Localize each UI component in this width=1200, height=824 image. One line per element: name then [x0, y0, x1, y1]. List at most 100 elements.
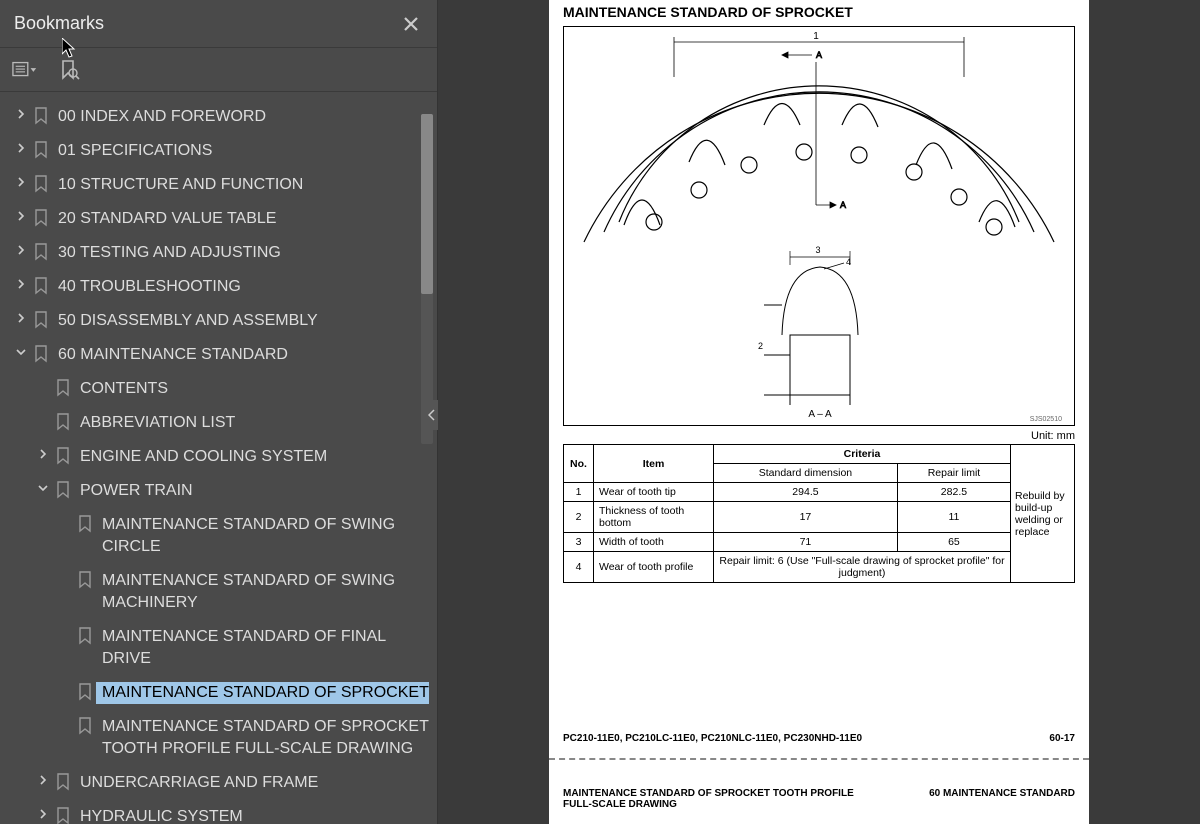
bookmarks-panel: Bookmarks 00 INDEX AND FOREW [0, 0, 438, 824]
bookmark-icon [30, 174, 52, 193]
bookmark-label: 40 TROUBLESHOOTING [52, 276, 429, 298]
chevron-right-icon[interactable] [12, 208, 30, 222]
bookmark-icon [30, 106, 52, 125]
page-footer: PC210-11E0, PC210LC-11E0, PC210NLC-11E0,… [563, 733, 1075, 748]
bookmark-icon [52, 378, 74, 397]
bookmark-icon [30, 208, 52, 227]
bookmark-item[interactable]: 30 TESTING AND ADJUSTING [0, 236, 437, 270]
footer-pagenum: 60-17 [1049, 733, 1075, 744]
bookmark-label: 30 TESTING AND ADJUSTING [52, 242, 429, 264]
bookmark-icon [30, 344, 52, 363]
th-limit: Repair limit [897, 464, 1010, 483]
chevron-right-icon[interactable] [34, 446, 52, 460]
footer-models: PC210-11E0, PC210LC-11E0, PC210NLC-11E0,… [563, 733, 862, 744]
bookmark-icon [74, 716, 96, 735]
document-viewport[interactable]: MAINTENANCE STANDARD OF SPROCKET [438, 0, 1200, 824]
criteria-table: No. Item Criteria Rebuild by build-up we… [563, 444, 1075, 583]
chevron-right-icon [56, 682, 74, 684]
svg-text:2: 2 [758, 341, 763, 351]
table-row: 3 Width of tooth 71 65 [564, 533, 1075, 552]
figure-code: SJS02510 [1030, 416, 1062, 423]
chevron-right-icon[interactable] [12, 140, 30, 154]
bookmark-item[interactable]: ENGINE AND COOLING SYSTEM [0, 440, 437, 474]
svg-text:3: 3 [815, 245, 820, 255]
page-separator [549, 758, 1089, 778]
svg-text:4: 4 [846, 257, 851, 267]
bookmark-item[interactable]: MAINTENANCE STANDARD OF SWING CIRCLE [0, 508, 437, 564]
chevron-right-icon [34, 412, 52, 414]
bookmark-label: UNDERCARRIAGE AND FRAME [74, 772, 429, 794]
bookmark-icon [74, 570, 96, 589]
page-title: MAINTENANCE STANDARD OF SPROCKET [563, 4, 1075, 20]
svg-text:A: A [840, 200, 846, 210]
chevron-right-icon[interactable] [12, 242, 30, 256]
options-dropdown-icon[interactable] [12, 57, 38, 83]
chevron-right-icon[interactable] [34, 806, 52, 820]
bookmark-label: 50 DISASSEMBLY AND ASSEMBLY [52, 310, 429, 332]
bookmark-item[interactable]: 20 STANDARD VALUE TABLE [0, 202, 437, 236]
bookmark-item[interactable]: ABBREVIATION LIST [0, 406, 437, 440]
bookmark-label: HYDRAULIC SYSTEM [74, 806, 429, 824]
close-icon[interactable] [399, 12, 423, 36]
bookmark-item[interactable]: MAINTENANCE STANDARD OF SWING MACHINERY [0, 564, 437, 620]
bookmarks-toolbar [0, 48, 437, 92]
bookmark-item[interactable]: 10 STRUCTURE AND FUNCTION [0, 168, 437, 202]
chevron-right-icon [56, 716, 74, 718]
chevron-right-icon [56, 570, 74, 572]
page-2: MAINTENANCE STANDARD OF SPROCKET TOOTH P… [549, 778, 1089, 810]
bookmark-item[interactable]: HYDRAULIC SYSTEM [0, 800, 437, 824]
section-label: A – A [808, 409, 832, 420]
bookmark-icon [52, 480, 74, 499]
bookmark-label: MAINTENANCE STANDARD OF SPROCKET TOOTH P… [96, 716, 429, 760]
chevron-right-icon [56, 626, 74, 628]
remedy-cell: Rebuild by build-up weld­ing or replace [1011, 445, 1075, 583]
page2-section: 60 MAINTENANCE STANDARD [929, 788, 1075, 810]
bookmark-item[interactable]: CONTENTS [0, 372, 437, 406]
page2-title: MAINTENANCE STANDARD OF SPROCKET TOOTH P… [563, 788, 883, 810]
svg-text:A: A [816, 50, 822, 60]
page-1: MAINTENANCE STANDARD OF SPROCKET [549, 0, 1089, 758]
bookmark-item[interactable]: MAINTENANCE STANDARD OF FINAL DRIVE [0, 620, 437, 676]
bookmark-label: MAINTENANCE STANDARD OF FINAL DRIVE [96, 626, 429, 670]
bookmark-item[interactable]: 40 TROUBLESHOOTING [0, 270, 437, 304]
bookmark-icon [74, 514, 96, 533]
dim-1-label: 1 [813, 31, 819, 42]
bookmark-item[interactable]: UNDERCARRIAGE AND FRAME [0, 766, 437, 800]
bookmark-item[interactable]: 01 SPECIFICATIONS [0, 134, 437, 168]
bookmark-label: ABBREVIATION LIST [74, 412, 429, 434]
bookmarks-list[interactable]: 00 INDEX AND FOREWORD 01 SPECIFICATIONS 10… [0, 92, 437, 824]
bookmark-icon [30, 310, 52, 329]
collapse-panel-grip[interactable] [426, 400, 438, 430]
page-stack: MAINTENANCE STANDARD OF SPROCKET [549, 0, 1089, 824]
bookmarks-header: Bookmarks [0, 0, 437, 48]
scrollbar-thumb[interactable] [421, 114, 433, 294]
bookmark-item[interactable]: 60 MAINTENANCE STANDARD [0, 338, 437, 372]
bookmark-icon [52, 412, 74, 431]
bookmarks-title: Bookmarks [14, 13, 399, 34]
chevron-right-icon[interactable] [12, 310, 30, 324]
chevron-right-icon [34, 378, 52, 380]
chevron-right-icon[interactable] [12, 174, 30, 188]
th-item: Item [594, 445, 714, 483]
sprocket-figure: 1 A A [563, 26, 1075, 426]
bookmark-label: 01 SPECIFICATIONS [52, 140, 429, 162]
unit-label: Unit: mm [563, 430, 1075, 442]
table-row: 2 Thickness of tooth bottom 17 11 [564, 502, 1075, 533]
bookmark-label: MAINTENANCE STANDARD OF SWING CIRCLE [96, 514, 429, 558]
th-criteria: Criteria [714, 445, 1011, 464]
bookmark-item[interactable]: 50 DISASSEMBLY AND ASSEMBLY [0, 304, 437, 338]
bookmark-icon [74, 682, 96, 701]
bookmark-item[interactable]: POWER TRAIN [0, 474, 437, 508]
bookmark-item[interactable]: MAINTENANCE STANDARD OF SPROCKET TOOTH P… [0, 710, 437, 766]
chevron-right-icon[interactable] [12, 106, 30, 120]
find-bookmark-icon[interactable] [56, 57, 82, 83]
bookmark-item[interactable]: MAINTENANCE STANDARD OF SPROCKET [0, 676, 437, 710]
bookmark-icon [30, 140, 52, 159]
bookmark-item[interactable]: 00 INDEX AND FOREWORD [0, 100, 437, 134]
chevron-right-icon[interactable] [12, 276, 30, 290]
chevron-down-icon[interactable] [34, 480, 52, 494]
table-row: 1 Wear of tooth tip 294.5 282.5 [564, 483, 1075, 502]
chevron-right-icon[interactable] [34, 772, 52, 786]
bookmark-icon [74, 626, 96, 645]
chevron-down-icon[interactable] [12, 344, 30, 358]
